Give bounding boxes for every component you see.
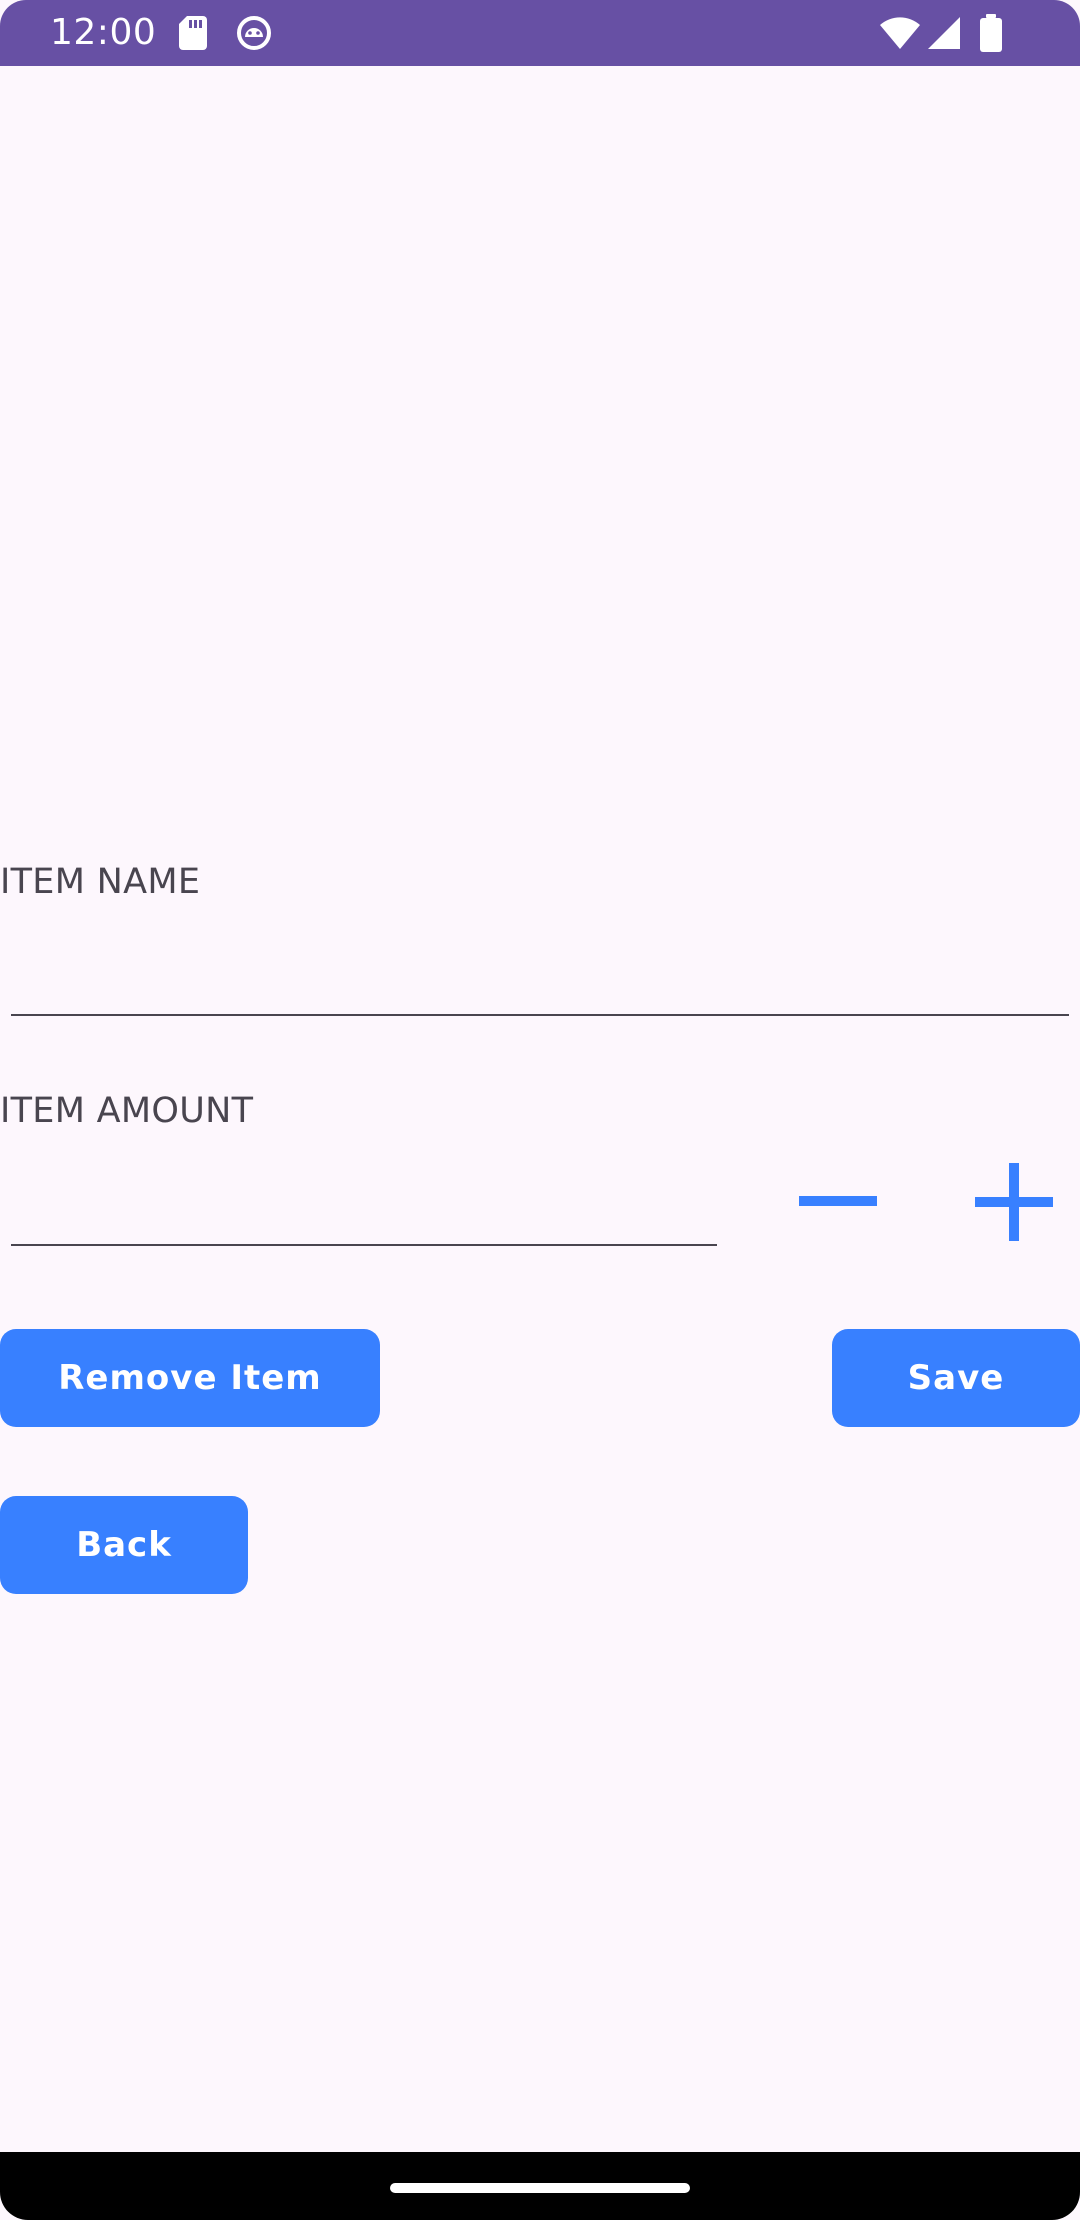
navigation-bar: [0, 2152, 1080, 2220]
sd-card-icon: [179, 16, 207, 55]
android-debug-icon: [236, 15, 272, 56]
item-amount-label: ITEM AMOUNT: [0, 1091, 254, 1131]
item-amount-input[interactable]: [11, 1180, 717, 1246]
status-time: 12:00: [50, 12, 157, 53]
decrement-button[interactable]: [784, 1162, 892, 1242]
item-name-input[interactable]: [11, 950, 1069, 1016]
increment-button[interactable]: [960, 1158, 1068, 1246]
save-button[interactable]: Save: [832, 1329, 1080, 1427]
wifi-icon: [880, 17, 920, 54]
plus-icon: [975, 1163, 1053, 1241]
status-bar: 12:00: [0, 0, 1080, 66]
signal-icon: [928, 17, 960, 54]
battery-icon: [980, 14, 1002, 57]
remove-item-button[interactable]: Remove Item: [0, 1329, 380, 1427]
home-handle[interactable]: [390, 2183, 690, 2193]
item-name-label: ITEM NAME: [0, 862, 201, 902]
minus-icon: [799, 1196, 877, 1206]
back-button[interactable]: Back: [0, 1496, 248, 1594]
